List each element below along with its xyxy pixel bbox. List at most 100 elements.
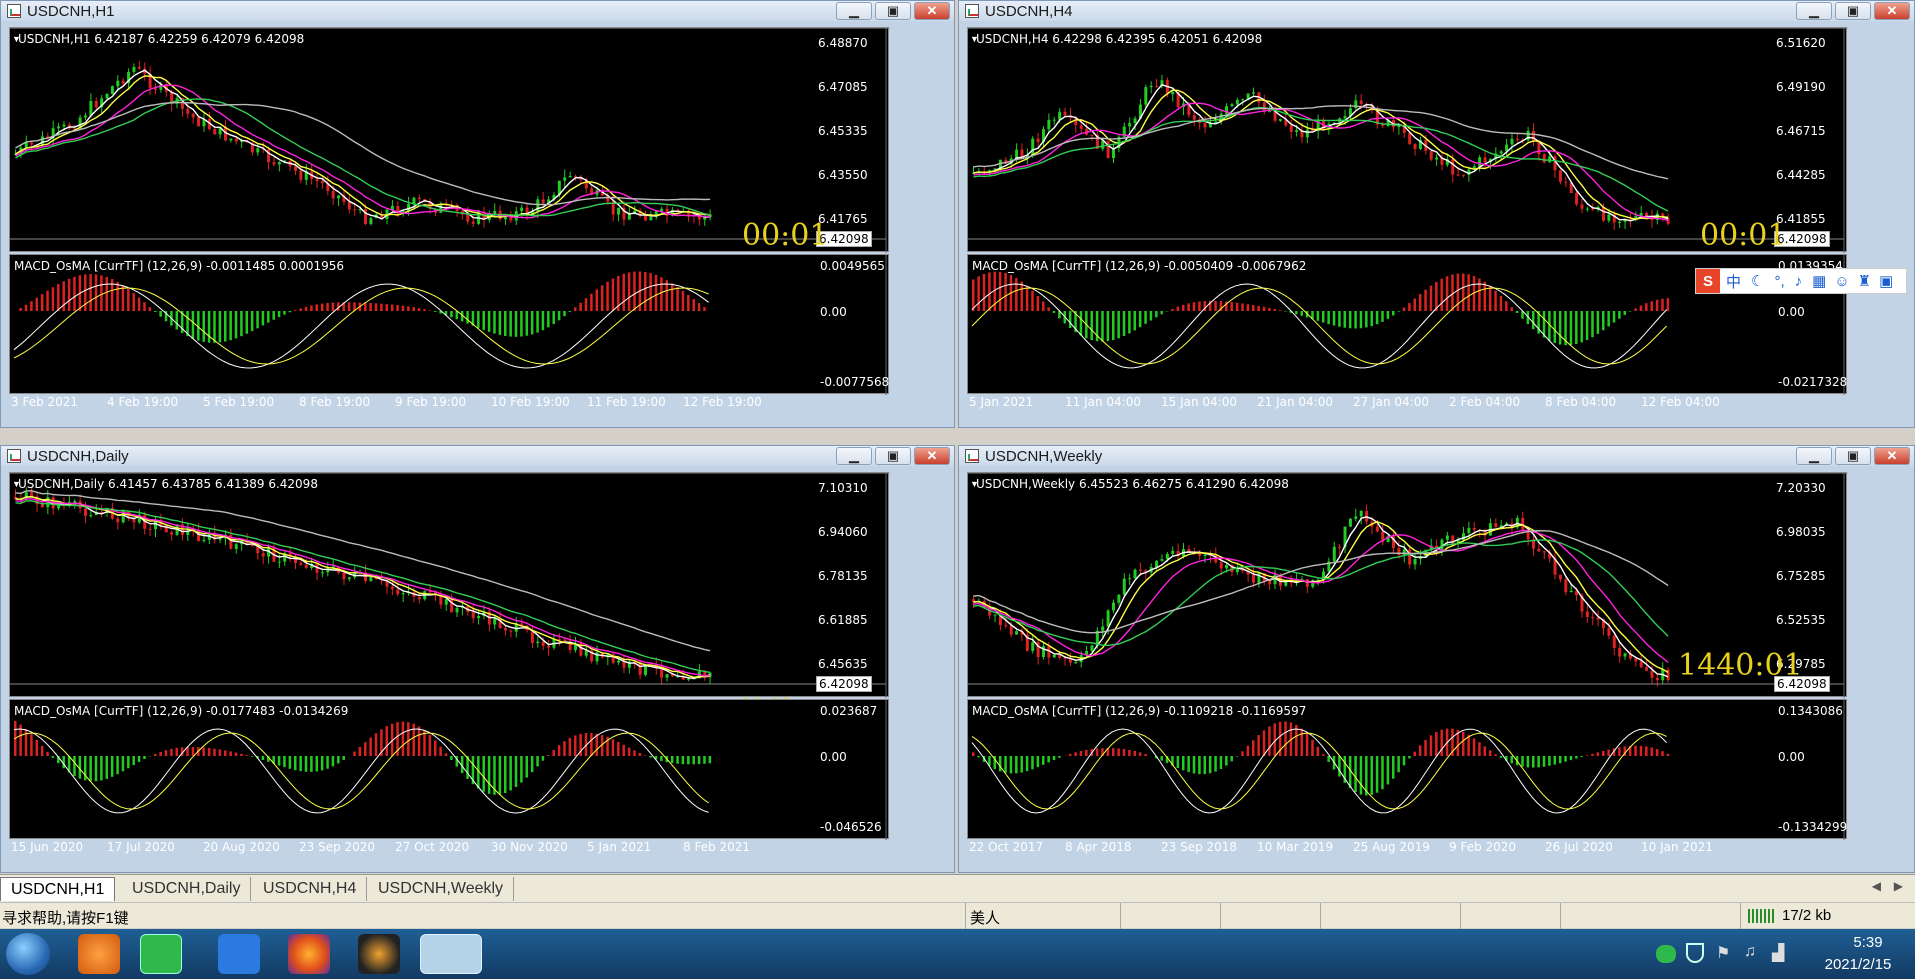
- candle-body: [1564, 181, 1568, 183]
- tab-scroll-right-icon[interactable]: ▶: [1894, 879, 1903, 893]
- close-button[interactable]: ✕: [914, 447, 950, 465]
- taskbar-app-mask-icon[interactable]: [358, 934, 400, 974]
- collapse-triangle-icon[interactable]: ▼: [12, 34, 21, 44]
- macd-indicator-chart[interactable]: MACD_OsMA [CurrTF] (12,26,9) -0.1109218 …: [967, 699, 1848, 840]
- macd-histogram-bar: [660, 277, 663, 311]
- collapse-triangle-icon[interactable]: ▼: [12, 479, 21, 489]
- minimize-button[interactable]: ▁: [1796, 2, 1832, 20]
- maximize-button[interactable]: ▣: [1835, 2, 1871, 20]
- taskbar-pen-icon[interactable]: [218, 934, 260, 974]
- macd-histogram-bar: [1042, 301, 1045, 311]
- user-icon[interactable]: ☺: [1834, 273, 1849, 290]
- tray-shield-icon[interactable]: [1686, 943, 1704, 963]
- macd-histogram-bar: [487, 756, 491, 794]
- maximize-button[interactable]: ▣: [875, 447, 911, 465]
- macd-info-text: MACD_OsMA [CurrTF] (12,26,9) -0.1109218 …: [972, 704, 1307, 718]
- moving-average-line: [15, 500, 711, 674]
- macd-histogram-bar: [229, 751, 232, 756]
- minimize-button[interactable]: ▁: [836, 447, 872, 465]
- macd-histogram-bar: [1025, 756, 1029, 772]
- candle-body: [1138, 569, 1142, 571]
- close-button[interactable]: ✕: [1874, 2, 1910, 20]
- moon-icon[interactable]: ☾: [1751, 272, 1764, 290]
- macd-histogram-bar: [385, 304, 389, 311]
- collapse-triangle-icon[interactable]: ▼: [970, 479, 979, 489]
- tab-usdcnh-h4[interactable]: USDCNH,H4: [253, 877, 368, 901]
- skin-icon[interactable]: ♜: [1858, 272, 1871, 290]
- price-chart[interactable]: USDCNH,Daily 6.41457 6.43785 6.41389 6.4…: [9, 472, 890, 716]
- tray-wechat-icon[interactable]: [1656, 945, 1676, 963]
- taskbar-wechat-icon[interactable]: [140, 934, 182, 974]
- macd-histogram-bar: [1365, 311, 1368, 328]
- price-chart[interactable]: USDCNH,H1 6.42187 6.42259 6.42079 6.4209…: [9, 27, 890, 253]
- candle-body: [687, 678, 691, 680]
- candle-body: [417, 197, 421, 200]
- candle-body: [1036, 138, 1040, 143]
- chart-window-1[interactable]: USDCNH,H4 ▁ ▣ ✕ USDCNH,H4 6.42298 6.4239…: [958, 0, 1915, 428]
- punctuation-icon[interactable]: °,: [1774, 273, 1784, 290]
- macd-scale-label: -0.1334299: [1778, 820, 1848, 834]
- macd-histogram-bar: [1176, 756, 1180, 769]
- macd-histogram-bar: [563, 741, 566, 756]
- price-chart[interactable]: USDCNH,H4 6.42298 6.42395 6.42051 6.4209…: [967, 27, 1848, 253]
- tray-volume-icon[interactable]: ♫: [1744, 943, 1756, 961]
- price-chart[interactable]: USDCNH,Weekly 6.45523 6.46275 6.41290 6.…: [967, 472, 1848, 698]
- maximize-button[interactable]: ▣: [1835, 447, 1871, 465]
- keyboard-icon[interactable]: ▦: [1812, 272, 1826, 290]
- clock-date[interactable]: 2021/2/15: [1808, 956, 1908, 973]
- tab-usdcnh-daily[interactable]: USDCNH,Daily: [122, 877, 252, 901]
- chart-window-3[interactable]: USDCNH,Weekly ▁ ▣ ✕ USDCNH,Weekly 6.4552…: [958, 445, 1915, 873]
- macd-indicator-chart[interactable]: MACD_OsMA [CurrTF] (12,26,9) -0.0177483 …: [9, 699, 889, 840]
- price-scale-label: 6.51620: [1776, 36, 1826, 50]
- candle-body: [1639, 661, 1643, 668]
- macd-histogram-bar: [972, 279, 975, 311]
- macd-histogram-bar: [1235, 756, 1239, 757]
- minimize-button[interactable]: ▁: [836, 2, 872, 20]
- ime-mode-label[interactable]: 中: [1726, 271, 1741, 292]
- taskbar-firefox-icon[interactable]: [288, 934, 330, 974]
- close-button[interactable]: ✕: [914, 2, 950, 20]
- macd-histogram-bar: [337, 756, 340, 764]
- collapse-triangle-icon[interactable]: ▼: [970, 34, 979, 44]
- macd-histogram-bar: [1429, 285, 1433, 311]
- window-titlebar[interactable]: USDCNH,Weekly ▁ ▣ ✕: [959, 446, 1914, 466]
- tab-usdcnh-h1[interactable]: USDCNH,H1: [0, 877, 116, 901]
- tab-scroll-left-icon[interactable]: ◀: [1872, 879, 1881, 893]
- candle-body: [1429, 150, 1433, 160]
- taskbar-app-orange-icon[interactable]: [78, 934, 120, 974]
- macd-histogram-bar: [1149, 311, 1153, 321]
- macd-histogram-bar: [982, 273, 986, 311]
- tab-usdcnh-weekly[interactable]: USDCNH,Weekly: [368, 877, 515, 901]
- macd-histogram-bar: [1198, 301, 1201, 311]
- clock-time[interactable]: 5:39: [1828, 934, 1908, 951]
- macd-histogram-bar: [1634, 745, 1637, 756]
- chart-window-2[interactable]: USDCNH,Daily ▁ ▣ ✕ USDCNH,Daily 6.41457 …: [0, 445, 955, 873]
- macd-histogram-bar: [299, 756, 302, 772]
- time-axis-label: 11 Feb 19:00: [587, 395, 666, 409]
- macd-indicator-chart[interactable]: MACD_OsMA [CurrTF] (12,26,9) -0.0011485 …: [9, 254, 889, 395]
- window-titlebar[interactable]: USDCNH,H1 ▁ ▣ ✕: [1, 1, 954, 21]
- candle-body: [1618, 221, 1622, 223]
- ime-toolbar[interactable]: S 中 ☾ °, ♪ ▦ ☺ ♜ ▣: [1695, 268, 1907, 294]
- tray-signal-icon[interactable]: ▟: [1772, 943, 1784, 963]
- chart-window-0[interactable]: USDCNH,H1 ▁ ▣ ✕ USDCNH,H1 6.42187 6.4225…: [0, 0, 955, 428]
- start-button[interactable]: [6, 933, 50, 975]
- grid-icon[interactable]: ▣: [1879, 272, 1893, 290]
- maximize-button[interactable]: ▣: [875, 2, 911, 20]
- macd-histogram-bar: [1068, 753, 1072, 756]
- macd-histogram-bar: [1413, 751, 1417, 756]
- window-titlebar[interactable]: USDCNH,H4 ▁ ▣ ✕: [959, 1, 1914, 21]
- candle-body: [116, 518, 120, 523]
- tray-network-icon[interactable]: ⚑: [1716, 943, 1730, 963]
- close-button[interactable]: ✕: [1874, 447, 1910, 465]
- macd-histogram-bar: [84, 274, 87, 311]
- candle-body: [1101, 626, 1105, 631]
- microphone-icon[interactable]: ♪: [1795, 273, 1803, 290]
- window-titlebar[interactable]: USDCNH,Daily ▁ ▣ ✕: [1, 446, 954, 466]
- taskbar-mt4-icon[interactable]: [420, 934, 482, 974]
- time-axis-label: 8 Apr 2018: [1065, 840, 1132, 854]
- macd-histogram-bar: [73, 276, 76, 311]
- minimize-button[interactable]: ▁: [1796, 447, 1832, 465]
- candle-body: [1575, 193, 1579, 205]
- candle-body: [1354, 516, 1358, 519]
